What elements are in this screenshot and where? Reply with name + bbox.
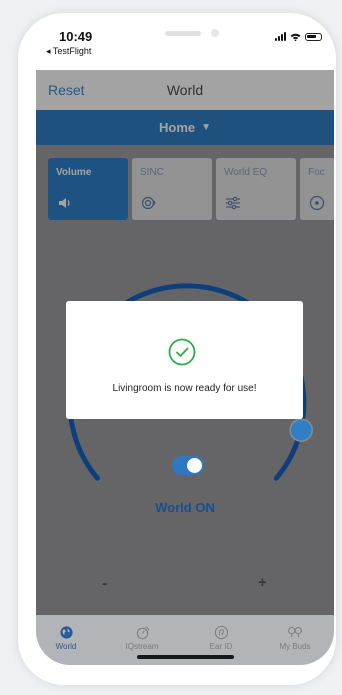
iqstream-icon bbox=[136, 626, 150, 640]
volume-minus[interactable]: - bbox=[102, 575, 107, 593]
wifi-icon bbox=[290, 33, 301, 41]
home-indicator bbox=[137, 655, 234, 659]
ear-id-icon bbox=[214, 625, 228, 640]
nav-my-buds[interactable]: My Buds bbox=[265, 615, 325, 651]
world-status-label: World ON bbox=[155, 500, 215, 515]
nav-ear-id[interactable]: Ear ID bbox=[191, 615, 251, 651]
speaker-grille bbox=[165, 31, 201, 36]
dialog-message: Livingroom is now ready for use! bbox=[112, 383, 257, 394]
ready-dialog: Livingroom is now ready for use! bbox=[66, 301, 303, 419]
check-circle-icon bbox=[168, 338, 196, 366]
nav-label: My Buds bbox=[279, 642, 311, 651]
back-to-testflight[interactable]: ◂ TestFlight bbox=[46, 46, 91, 57]
nav-iqstream[interactable]: IQstream bbox=[112, 615, 172, 651]
notch bbox=[112, 22, 260, 52]
status-icons bbox=[275, 32, 322, 41]
buds-icon bbox=[288, 627, 302, 638]
status-time: 10:49 bbox=[59, 29, 93, 44]
volume-plus[interactable]: + bbox=[258, 574, 267, 591]
volume-knob[interactable] bbox=[289, 418, 313, 442]
nav-label: IQstream bbox=[125, 642, 159, 651]
nav-label: World bbox=[55, 642, 77, 651]
world-toggle[interactable] bbox=[172, 456, 204, 475]
globe-icon bbox=[59, 626, 73, 639]
signal-icon bbox=[275, 32, 286, 41]
nav-label: Ear ID bbox=[209, 642, 233, 651]
app-screen: 10:49 ◂ TestFlight Reset World Home ▼ Vo… bbox=[36, 22, 334, 665]
nav-world[interactable]: World bbox=[36, 615, 96, 651]
camera-dot bbox=[211, 29, 219, 37]
battery-icon bbox=[305, 32, 322, 41]
